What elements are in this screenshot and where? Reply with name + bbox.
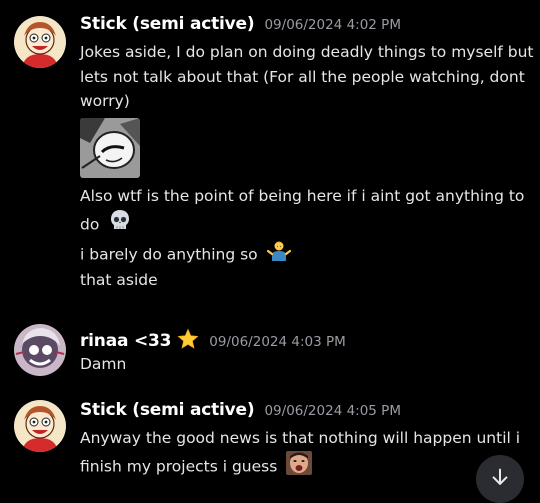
star-icon — [177, 328, 199, 350]
username[interactable]: Stick (semi active) — [80, 400, 255, 420]
message-text: worry) — [80, 92, 130, 110]
message-header: rinaa <33 09/06/2024 4:03 PM — [80, 324, 522, 352]
avatar[interactable] — [14, 324, 66, 376]
avatar[interactable] — [14, 16, 66, 68]
message-text: Damn — [80, 355, 127, 373]
message-header: Stick (semi active) 09/06/2024 4:02 PM — [80, 14, 522, 40]
skull-emoji-icon — [108, 208, 132, 242]
timestamp: 09/06/2024 4:02 PM — [264, 17, 401, 33]
timestamp: 09/06/2024 4:03 PM — [209, 334, 346, 350]
arrow-down-icon — [489, 466, 511, 492]
message-text: Also wtf is the point of being here if i… — [80, 186, 525, 205]
message-text: finish my projects i guess — [80, 457, 278, 475]
message-text: i barely do anything so — [80, 245, 258, 264]
message-text: that aside — [80, 271, 158, 289]
username[interactable]: Stick (semi active) — [80, 14, 255, 34]
message-text: do — [80, 215, 100, 234]
avatar[interactable] — [14, 400, 66, 452]
message-text: lets not talk about that (For all the pe… — [80, 67, 525, 86]
message-content: Stick (semi active) 09/06/2024 4:02 PM J… — [80, 14, 534, 293]
message-text-with-emoji: finish my projects i guess — [80, 450, 522, 477]
message-content: rinaa <33 09/06/2024 4:03 PM Damn — [80, 324, 522, 377]
message-text-with-emoji: i barely do anything so — [80, 238, 522, 268]
message-text: Anyway the good news is that nothing wil… — [80, 429, 521, 447]
timestamp: 09/06/2024 4:05 PM — [264, 403, 401, 419]
message-text-with-emoji: do — [80, 208, 522, 238]
message-text: Jokes aside, I do plan on doing deadly t… — [80, 43, 534, 61]
message-content: Stick (semi active) 09/06/2024 4:05 PM A… — [80, 400, 522, 477]
message-header: Stick (semi active) 09/06/2024 4:05 PM — [80, 400, 522, 426]
jump-to-latest-button[interactable] — [476, 455, 524, 503]
image-attachment[interactable] — [80, 117, 140, 178]
username[interactable]: rinaa <33 — [80, 331, 171, 351]
chat-message-list: Stick (semi active) 09/06/2024 4:02 PM J… — [0, 0, 540, 491]
custom-face-emoji-icon — [286, 450, 313, 483]
person-shrugging-emoji-icon — [266, 238, 291, 272]
